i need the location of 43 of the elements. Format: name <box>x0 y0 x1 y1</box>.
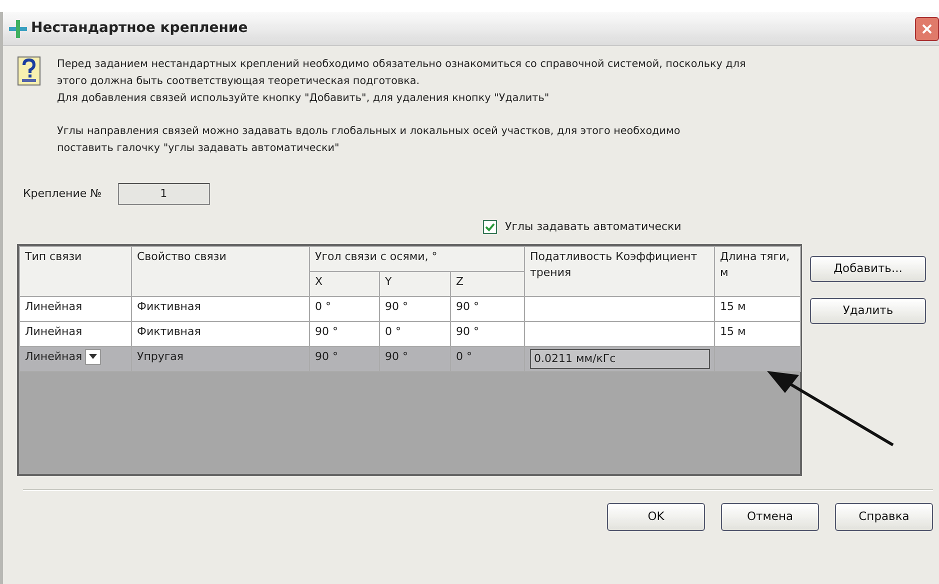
window-title: Нестандартное крепление <box>31 19 249 38</box>
table-cell: 90 ° <box>380 296 450 321</box>
info-text: Углы направления связей можно задавать вдоль глобальных и локальных осей участков, для этого необходимо поставить галочку "углы задавать автоматически" <box>57 124 682 156</box>
info-text: Для добавления связей используйте кнопку "Добавить", для удаления кнопку "Удалить" <box>57 91 550 106</box>
dialog-button[interactable]: OK <box>607 502 705 530</box>
table-cell: Фиктивная <box>132 296 310 321</box>
dialog-button[interactable]: Отмена <box>721 502 819 530</box>
table-cell: 90 ° <box>310 321 380 346</box>
close-button[interactable] <box>915 16 939 40</box>
side-button[interactable]: Добавить... <box>810 256 926 282</box>
auto-angles-checkbox[interactable] <box>483 220 497 234</box>
info-text: Перед заданием нестандартных креплений необходимо обязательно ознакомиться со справочной системой, поскольку для этого должна быть соответствующая теоретическая подготовка. <box>57 57 747 89</box>
dialog-button[interactable]: Справка <box>835 502 933 530</box>
table-cell: 90 ° <box>310 346 380 371</box>
column-header: Свойство связи <box>132 246 310 296</box>
table-cell: 0 ° <box>450 346 524 371</box>
side-button[interactable]: Удалить <box>810 298 926 324</box>
caret-icon <box>89 354 98 360</box>
table-cell: 0 ° <box>380 321 450 346</box>
column-header: Длина тяги, м <box>714 246 800 296</box>
app-icon <box>9 20 27 38</box>
table-cell: 0 ° <box>310 296 380 321</box>
table-cell: Упругая <box>132 346 310 371</box>
column-header: Податливость Коэффициент трения <box>524 246 714 296</box>
table-cell: 90 ° <box>380 346 450 371</box>
column-header: Z <box>450 271 524 296</box>
checkbox-label: Углы задавать автоматически <box>505 219 682 235</box>
table-cell: Линейная <box>20 296 132 321</box>
table-cell: Фиктивная <box>132 321 310 346</box>
column-header: Y <box>380 271 450 296</box>
table-cell: 15 м <box>714 321 800 346</box>
table-cell: 90 ° <box>450 321 524 346</box>
column-header: X <box>310 271 380 296</box>
column-header: Тип связи <box>20 246 132 296</box>
table-cell: 15 м <box>714 296 800 321</box>
table-cell: 90 ° <box>450 296 524 321</box>
field-label: Крепление № <box>23 186 102 202</box>
compliance-field[interactable]: 0.0211 мм/кГс <box>530 348 710 368</box>
fastening-number-field: 1 <box>118 183 210 205</box>
help-icon <box>17 56 41 86</box>
close-icon <box>921 22 933 34</box>
table-cell: Линейная <box>20 321 132 346</box>
column-header: Угол связи с осями, ° <box>310 246 524 271</box>
